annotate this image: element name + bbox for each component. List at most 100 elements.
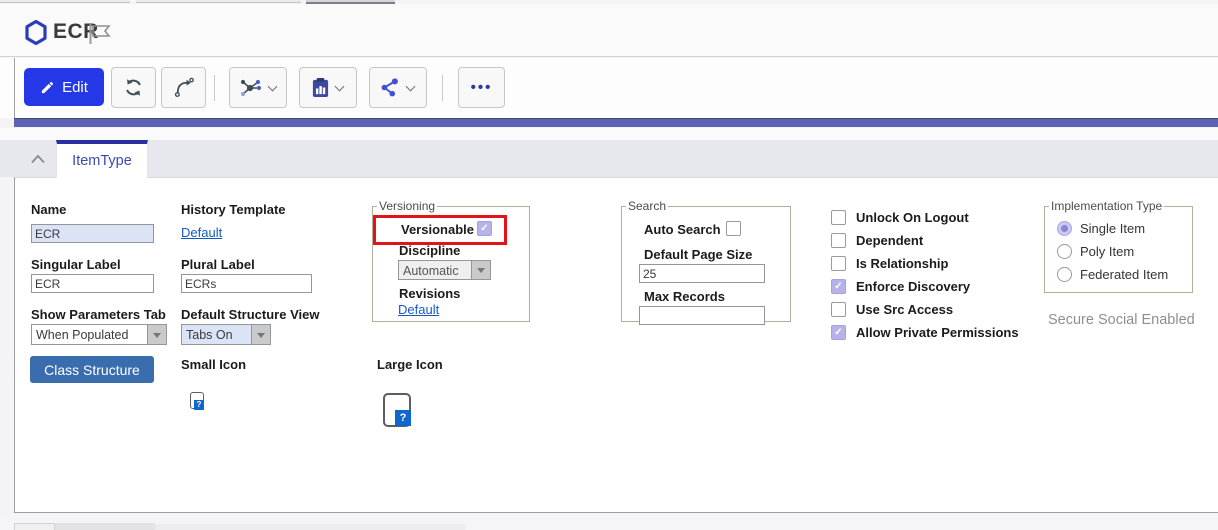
browser-tab-fragment	[136, 0, 301, 3]
allow-private-permissions-label: Allow Private Permissions	[856, 325, 1019, 340]
option-row: ✓ Use Src Access	[831, 302, 1019, 317]
is-relationship-label: Is Relationship	[856, 256, 948, 271]
use-src-access-checkbox[interactable]: ✓	[831, 302, 846, 317]
history-template-link[interactable]: Default	[181, 225, 222, 240]
collapse-chevron-icon[interactable]	[26, 147, 50, 171]
pencil-icon	[40, 80, 55, 95]
dropdown-arrow-icon[interactable]	[471, 261, 490, 279]
unlock-on-logout-checkbox[interactable]: ✓	[831, 210, 846, 225]
enforce-discovery-checkbox[interactable]: ✓	[831, 279, 846, 294]
class-structure-button[interactable]: Class Structure	[30, 356, 154, 383]
option-row: ✓ Allow Private Permissions	[831, 325, 1019, 340]
window-fragment	[55, 523, 155, 530]
window-fragment	[155, 524, 465, 530]
dependent-label: Dependent	[856, 233, 923, 248]
large-icon-placeholder[interactable]: ?	[383, 393, 411, 427]
show-parameters-tab-value: When Populated	[32, 325, 147, 344]
promote-arrow-icon	[173, 77, 194, 98]
versionable-label: Versionable	[401, 222, 474, 237]
refresh-button[interactable]	[111, 67, 156, 108]
structure-browser-button[interactable]	[229, 67, 287, 108]
allow-private-permissions-checkbox[interactable]: ✓	[831, 325, 846, 340]
name-input[interactable]	[31, 224, 154, 243]
header: ECR	[0, 4, 1218, 57]
default-page-size-input[interactable]	[639, 264, 765, 283]
tab-itemtype-label: ItemType	[72, 153, 132, 169]
browser-tab-fragment	[0, 0, 130, 3]
chevron-down-icon	[267, 81, 277, 91]
search-legend: Search	[626, 199, 668, 213]
app-window: ECR Edit	[0, 0, 1218, 530]
auto-search-checkbox[interactable]: ✓	[726, 221, 741, 236]
versionable-checkbox[interactable]: ✓	[477, 221, 492, 236]
dropdown-arrow-icon[interactable]	[251, 325, 270, 344]
ellipsis-icon: •••	[471, 83, 493, 93]
option-row: ✓ Unlock On Logout	[831, 210, 1019, 225]
max-records-input[interactable]	[639, 306, 765, 325]
plural-label-input[interactable]	[181, 274, 312, 293]
window-fragment	[14, 523, 55, 530]
more-actions-button[interactable]: •••	[458, 67, 505, 108]
checkmark-icon: ✓	[834, 281, 842, 292]
default-structure-view-label: Default Structure View	[181, 307, 319, 322]
single-item-label: Single Item	[1080, 221, 1145, 236]
spacer-strip	[0, 128, 1218, 140]
singular-label-input[interactable]	[31, 274, 154, 293]
dependent-checkbox[interactable]: ✓	[831, 233, 846, 248]
accent-bar	[14, 118, 1218, 127]
unlock-on-logout-label: Unlock On Logout	[856, 210, 969, 225]
single-item-radio[interactable]	[1057, 221, 1072, 236]
options-column: ✓ Unlock On Logout ✓ Dependent ✓ Is Rela…	[831, 210, 1019, 348]
checkmark-icon: ✓	[834, 235, 842, 246]
promote-button[interactable]	[161, 67, 206, 108]
dropdown-arrow-icon[interactable]	[147, 325, 166, 344]
reports-button[interactable]	[299, 67, 357, 108]
auto-search-label: Auto Search	[644, 222, 721, 237]
toolbar-border	[14, 58, 15, 118]
flag-icon[interactable]	[88, 24, 112, 49]
tab-itemtype[interactable]: ItemType	[56, 140, 148, 178]
edit-button[interactable]: Edit	[24, 68, 104, 106]
implementation-type-legend: Implementation Type	[1049, 199, 1164, 213]
show-parameters-tab-select[interactable]: When Populated	[31, 324, 167, 345]
broken-image-question-icon: ?	[194, 400, 204, 410]
checkmark-icon: ✓	[834, 258, 842, 269]
discipline-label: Discipline	[399, 243, 460, 258]
name-label: Name	[31, 202, 66, 217]
singular-label-label: Singular Label	[31, 257, 121, 272]
revisions-link[interactable]: Default	[398, 302, 439, 317]
radio-row: Single Item	[1057, 221, 1192, 236]
radio-row: Federated Item	[1057, 267, 1192, 282]
clipboard-chart-icon	[311, 77, 330, 98]
class-structure-button-label: Class Structure	[44, 362, 140, 378]
checkmark-icon: ✓	[834, 304, 842, 315]
toolbar-separator	[442, 75, 443, 101]
option-row: ✓ Enforce Discovery	[831, 279, 1019, 294]
network-icon	[239, 77, 263, 99]
poly-item-radio[interactable]	[1057, 244, 1072, 259]
large-icon-label: Large Icon	[377, 357, 443, 372]
enforce-discovery-label: Enforce Discovery	[856, 279, 970, 294]
checkmark-icon: ✓	[729, 223, 737, 234]
is-relationship-checkbox[interactable]: ✓	[831, 256, 846, 271]
discipline-select[interactable]: Automatic	[398, 260, 491, 280]
broken-image-question-icon: ?	[395, 410, 411, 426]
bottom-area	[0, 514, 1218, 530]
small-icon-placeholder[interactable]: ?	[190, 392, 204, 409]
federated-item-radio[interactable]	[1057, 267, 1072, 282]
default-structure-view-select[interactable]: Tabs On	[181, 324, 271, 345]
history-template-label: History Template	[181, 202, 286, 217]
discipline-value: Automatic	[399, 261, 471, 279]
versioning-legend: Versioning	[377, 199, 437, 213]
secure-social-enabled-text: Secure Social Enabled	[1048, 312, 1195, 328]
option-row: ✓ Is Relationship	[831, 256, 1019, 271]
share-icon	[380, 77, 401, 98]
share-button[interactable]	[369, 67, 427, 108]
itemtype-hexagon-icon	[24, 19, 48, 51]
tab-strip-background	[0, 140, 1218, 177]
checkmark-icon: ✓	[834, 327, 842, 338]
plural-label-label: Plural Label	[181, 257, 255, 272]
federated-item-label: Federated Item	[1080, 267, 1168, 282]
toolbar-separator	[214, 75, 215, 101]
use-src-access-label: Use Src Access	[856, 302, 953, 317]
